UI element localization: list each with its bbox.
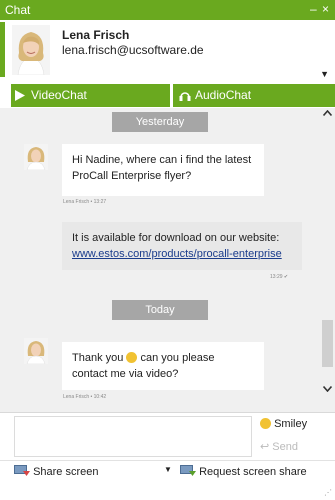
headset-icon [179,92,191,101]
share-screen-button[interactable]: Share screen [14,465,99,478]
avatar[interactable] [12,25,50,75]
dropdown-icon[interactable]: ▼ [164,465,172,474]
day-separator-today: Today [112,300,208,320]
message-meta: Lena Frisch • 10:42 [63,394,107,400]
videochat-button[interactable]: VideoChat [11,84,170,107]
message-input[interactable] [14,416,252,457]
call-bar: VideoChat AudioChat [0,84,335,108]
title-bar: Chat – × [0,0,335,20]
smiley-icon [260,418,271,429]
window-title: Chat [5,3,31,17]
message-text: It is available for download on our webs… [72,232,280,244]
message-text: Thank you [72,352,124,364]
caret-down-icon[interactable]: ▼ [320,69,329,79]
request-screen-share-button[interactable]: Request screen share [180,465,307,478]
chat-scrollbar[interactable] [320,108,335,412]
message-outgoing: It is available for download on our webs… [62,222,302,270]
message-text: Hi Nadine, where can i find the latest [72,154,252,166]
request-screen-share-icon [180,465,196,476]
send-label: Send [272,441,298,453]
smiley-label: Smiley [274,418,308,430]
message-text: contact me via video? [72,368,179,380]
contact-name: Lena Frisch [62,28,130,42]
website-link[interactable]: www.estos.com/products/procall-enterpris… [72,248,282,260]
resize-grip-icon[interactable]: ⋰ [324,488,332,497]
sender-avatar [24,144,48,170]
chat-history[interactable]: Yesterday Hi Nadine, where can i find th… [0,108,320,412]
sender-avatar [24,338,48,364]
audiochat-label: AudioChat [195,88,252,102]
smiley-icon [126,352,138,363]
smiley-button[interactable]: Smiley [260,418,307,430]
chevron-up-icon[interactable] [323,110,332,116]
close-button[interactable]: × [322,2,329,16]
play-icon [15,90,25,101]
minimize-button[interactable]: – [310,2,317,16]
contact-email[interactable]: lena.frisch@ucsoftware.de [62,43,204,57]
composer: Smiley ↩ Send [0,412,335,460]
message-meta: Lena Frisch • 13:27 [63,199,107,205]
message-incoming: Hi Nadine, where can i find the latest P… [62,144,264,196]
share-screen-icon [14,465,30,476]
share-screen-label: Share screen [33,466,99,478]
scrollbar-thumb[interactable] [322,320,333,367]
send-icon: ↩ [260,441,270,453]
send-button[interactable]: ↩ Send [260,440,298,453]
videochat-label: VideoChat [31,88,87,102]
message-meta: 13:29 ✔ [270,274,289,280]
message-text: can you please [140,352,215,364]
day-separator-yesterday: Yesterday [112,112,208,132]
chevron-down-icon[interactable] [323,386,332,392]
bottom-toolbar: Share screen ▼ Request screen share ⋰ [0,460,335,500]
contact-header: Lena Frisch lena.frisch@ucsoftware.de ▼ [0,20,335,82]
message-text: ProCall Enterprise flyer? [72,170,192,182]
audiochat-button[interactable]: AudioChat [173,84,335,107]
presence-bar [0,22,5,77]
request-screen-share-label: Request screen share [199,466,307,478]
message-incoming: Thank you can you please contact me via … [62,342,264,390]
